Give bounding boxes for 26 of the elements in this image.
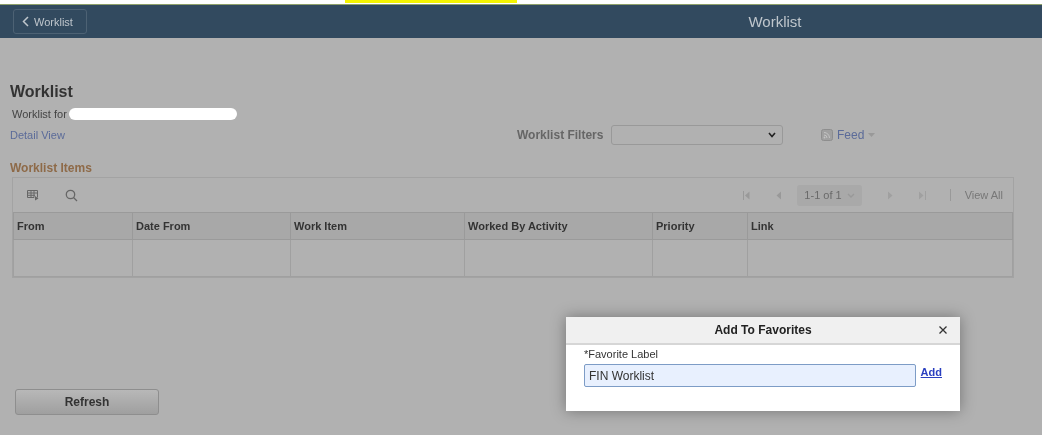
column-header[interactable]: Worked By Activity <box>464 212 653 240</box>
column-header[interactable]: Date From <box>132 212 291 240</box>
first-page-icon[interactable] <box>743 190 751 200</box>
page-title: Worklist <box>10 83 74 101</box>
header-title: Worklist <box>747 13 803 30</box>
column-header[interactable]: Work Item <box>290 212 465 240</box>
label-input-field[interactable]: FIN Worklist <box>584 364 916 387</box>
search-icon[interactable] <box>65 188 78 202</box>
dialog-title: Add To Favorites <box>714 323 812 337</box>
column-header[interactable]: Link <box>747 212 1013 240</box>
back-button[interactable]: Worklist <box>13 9 87 34</box>
filters-label: Worklist Filters <box>517 128 605 142</box>
section-title: Worklist Items <box>10 161 93 175</box>
column-chooser-icon[interactable] <box>27 189 39 201</box>
add-link[interactable]: Add <box>920 366 942 378</box>
rss-icon <box>821 129 833 141</box>
filters-dropdown[interactable] <box>611 125 783 145</box>
caret-icon <box>768 132 776 138</box>
refresh-button[interactable]: Refresh <box>15 389 159 415</box>
column-header[interactable]: Priority <box>652 212 748 240</box>
close-icon[interactable] <box>939 326 947 334</box>
field-label: *Favorite Label <box>584 348 659 360</box>
chevron-left-icon <box>22 16 29 27</box>
owner-label: Worklist for <box>12 108 67 120</box>
previous-page-icon[interactable] <box>776 190 782 200</box>
column-header[interactable]: From <box>13 212 133 240</box>
